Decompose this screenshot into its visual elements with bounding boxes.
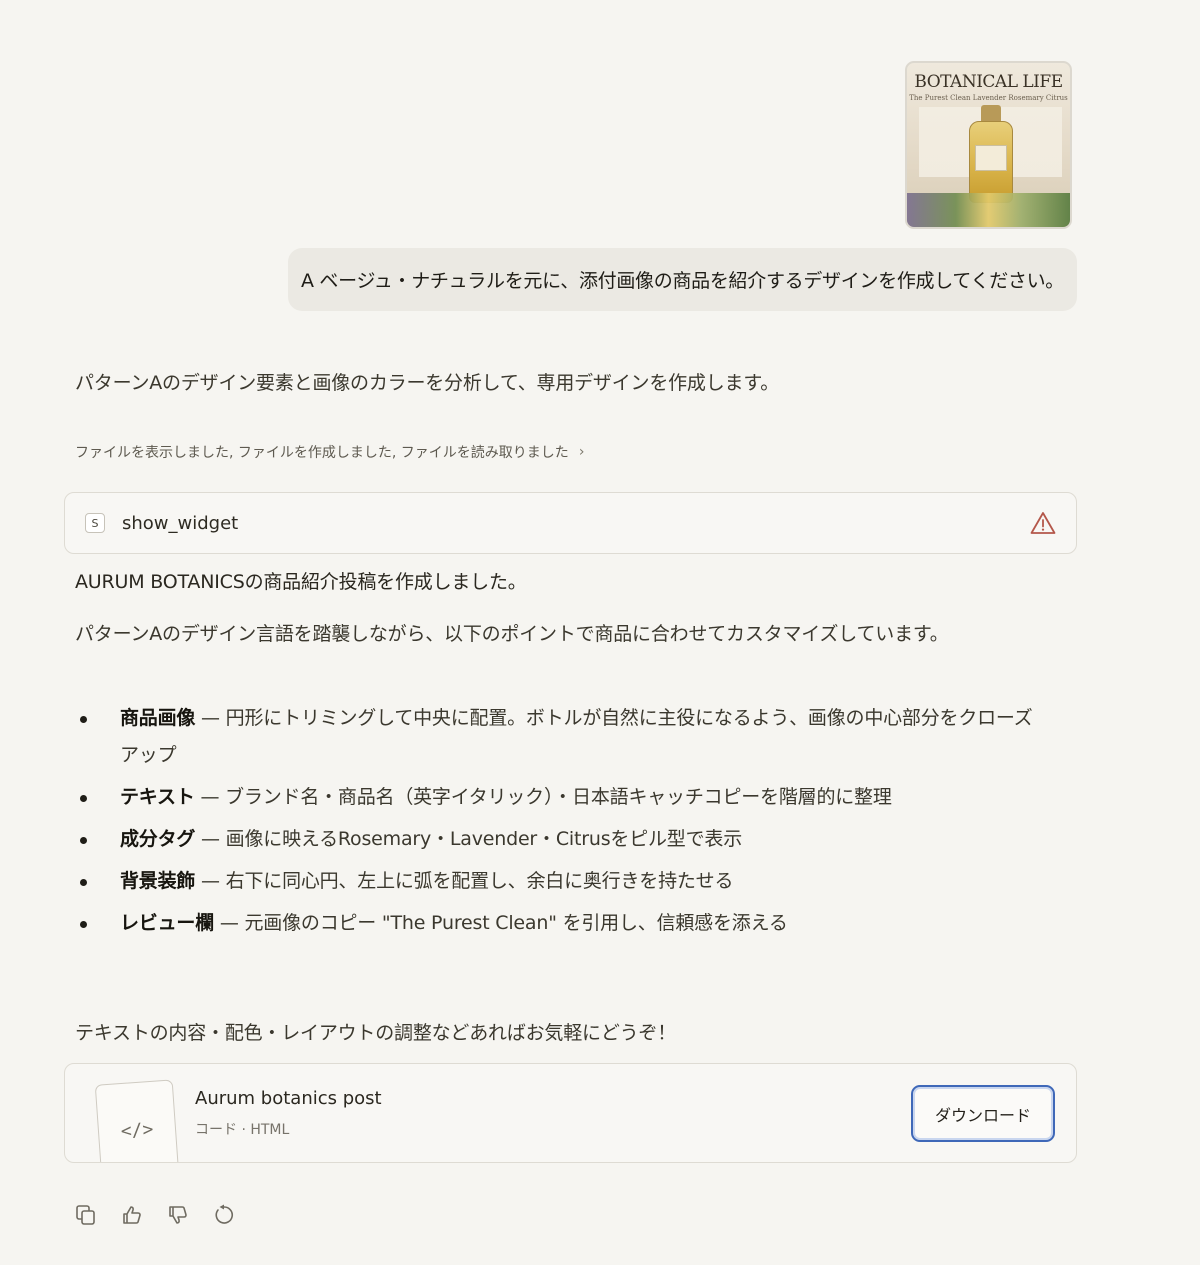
list-item-label: テキスト [120, 786, 195, 808]
list-item: 成分タグ — 画像に映えるRosemary・Lavender・Citrusをピル… [75, 821, 1045, 858]
tool-name: show_widget [122, 512, 239, 534]
tool-s-icon: S [85, 513, 105, 533]
feature-list: 商品画像 — 円形にトリミングして中央に配置。ボトルが自然に主役になるよう、画像… [75, 700, 1045, 947]
tool-call-card[interactable]: S show_widget [64, 492, 1077, 554]
download-button[interactable]: ダウンロード [911, 1085, 1055, 1142]
thumbs-down-icon[interactable] [166, 1202, 190, 1228]
list-item-text: — 右下に同心円、左上に弧を配置し、余白に奥行きを持たせる [195, 870, 734, 892]
list-item: 背景装飾 — 右下に同心円、左上に弧を配置し、余白に奥行きを持たせる [75, 863, 1045, 900]
list-item: レビュー欄 — 元画像のコピー "The Purest Clean" を引用し、… [75, 905, 1045, 942]
list-item-label: レビュー欄 [120, 912, 215, 934]
tool-summary-toggle[interactable]: ファイルを表示しました, ファイルを作成しました, ファイルを読み取りました › [75, 442, 584, 462]
copy-icon[interactable] [74, 1202, 98, 1228]
image-title: BOTANICAL LIFE [914, 72, 1063, 92]
tool-summary-text: ファイルを表示しました, ファイルを作成しました, ファイルを読み取りました [75, 445, 569, 461]
list-item-text: — 円形にトリミングして中央に配置。ボトルが自然に主役になるよう、画像の中心部分… [120, 707, 1033, 766]
closing-message: テキストの内容・配色・レイアウトの調整などあればお気軽にどうぞ！ [75, 1022, 677, 1044]
thumbs-up-icon[interactable] [120, 1202, 144, 1228]
warning-icon [1030, 512, 1056, 534]
list-item-label: 背景装飾 [120, 870, 196, 892]
user-message: A ベージュ・ナチュラルを元に、添付画像の商品を紹介するデザインを作成してくださ… [288, 248, 1077, 311]
response-summary: AURUM BOTANICSの商品紹介投稿を作成しました。 [75, 571, 527, 593]
code-file-icon: </> [94, 1079, 180, 1162]
list-item: テキスト — ブランド名・商品名（英字イタリック）・日本語キャッチコピーを階層的… [75, 779, 1045, 816]
artifact-subtitle: コード · HTML [195, 1122, 290, 1138]
list-item-text: — 画像に映えるRosemary・Lavender・Citrusをピル型で表示 [195, 828, 742, 850]
message-actions [74, 1202, 236, 1228]
list-item-text: — 元画像のコピー "The Purest Clean" を引用し、信頼感を添え… [214, 912, 788, 934]
list-item-label: 商品画像 [120, 707, 196, 729]
image-bottle-label [975, 145, 1007, 171]
artifact-card[interactable]: </> Aurum botanics post コード · HTML ダウンロー… [64, 1063, 1077, 1163]
retry-icon[interactable] [212, 1202, 236, 1228]
list-item: 商品画像 — 円形にトリミングして中央に配置。ボトルが自然に主役になるよう、画像… [75, 700, 1045, 774]
chat-page: BOTANICAL LIFE The Purest Clean Lavender… [0, 0, 1200, 1265]
attached-image[interactable]: BOTANICAL LIFE The Purest Clean Lavender… [905, 61, 1072, 229]
chevron-right-icon: › [578, 444, 585, 460]
image-herbs [907, 193, 1070, 227]
list-item-label: 成分タグ [120, 828, 196, 850]
list-item-text: — ブランド名・商品名（英字イタリック）・日本語キャッチコピーを階層的に整理 [194, 786, 892, 808]
image-subtitle: The Purest Clean Lavender Rosemary Citru… [909, 94, 1068, 102]
response-intro-paragraph: パターンAのデザイン言語を踏襲しながら、以下のポイントで商品に合わせてカスタマイ… [75, 623, 949, 645]
assistant-intro: パターンAのデザイン要素と画像のカラーを分析して、専用デザインを作成します。 [75, 372, 780, 394]
artifact-title: Aurum botanics post [195, 1088, 382, 1109]
